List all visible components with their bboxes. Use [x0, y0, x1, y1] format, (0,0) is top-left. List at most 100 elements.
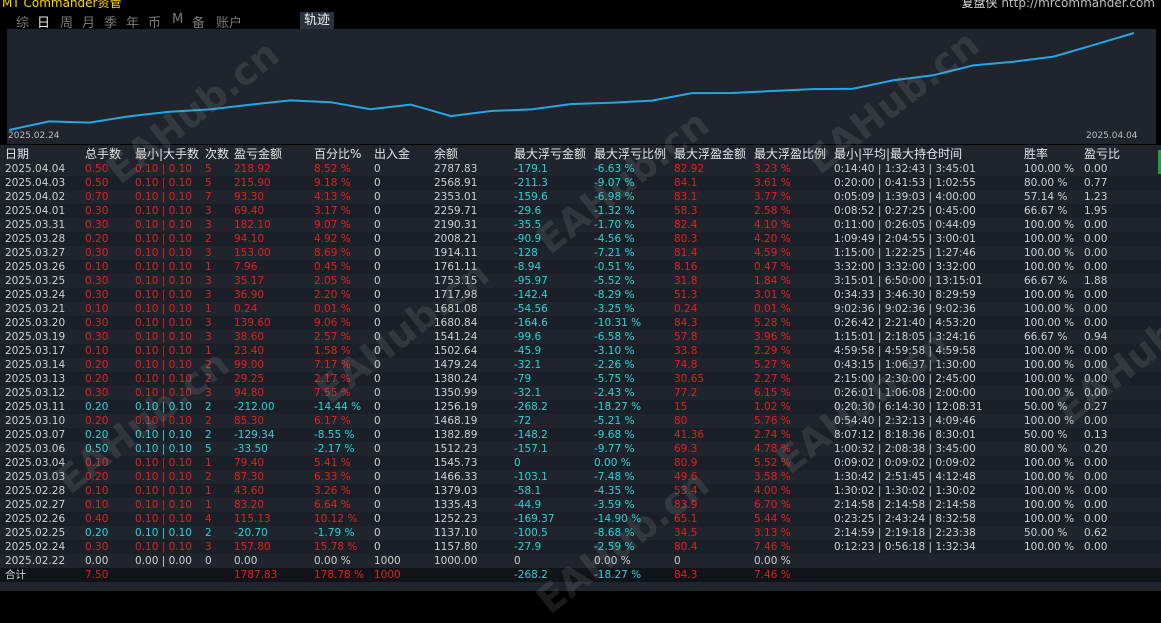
table-row[interactable]: 2025.03.21 0.10 0.10 | 0.10 1 0.24 0.01 % 0 168… [0, 302, 1161, 316]
column-header[interactable]: 胜率 [1019, 145, 1079, 162]
table-cell: 0 [369, 428, 429, 442]
tab-magic[interactable]: M [172, 12, 183, 27]
table-row[interactable]: 2025.03.28 0.20 0.10 | 0.10 2 94.10 4.92 % 0 20… [0, 232, 1161, 246]
table-cell: 0.00 [1079, 246, 1161, 260]
total-cell: 1787.83 [229, 568, 309, 582]
table-row[interactable]: 2025.03.24 0.30 0.10 | 0.10 3 36.90 2.20 % 0 17… [0, 288, 1161, 302]
table-cell: 1:15:00 | 1:22:25 | 1:27:46 [829, 246, 1019, 260]
table-cell: 0 [369, 316, 429, 330]
table-cell: -3.10 % [589, 344, 669, 358]
table-cell: -45.9 [509, 344, 589, 358]
table-cell: -164.6 [509, 316, 589, 330]
table-row[interactable]: 2025.04.01 0.30 0.10 | 0.10 3 69.40 3.17 % 0 22… [0, 204, 1161, 218]
table-cell: 2:14:58 | 2:14:58 | 2:14:58 [829, 498, 1019, 512]
table-cell: 80.00 % [1019, 442, 1079, 456]
column-header[interactable]: 总手数 [80, 145, 130, 162]
credit-link[interactable]: http://mrcommander.com [1001, 0, 1155, 10]
table-cell: 0 [369, 218, 429, 232]
table-cell: -268.2 [509, 400, 589, 414]
column-header[interactable]: 盈亏金额 [229, 145, 309, 162]
table-row[interactable]: 2025.03.20 0.30 0.10 | 0.10 3 139.60 9.06 % 0 1… [0, 316, 1161, 330]
table-cell: 1 [200, 344, 229, 358]
column-header[interactable]: 百分比% [309, 145, 369, 162]
table-cell [829, 554, 1019, 568]
x-axis-start-label: 2025.02.24 [8, 131, 60, 141]
table-cell: 2 [200, 414, 229, 428]
table-cell: 0.62 [1079, 526, 1161, 540]
table-row[interactable]: 2025.02.26 0.40 0.10 | 0.10 4 115.13 10.12 % 0… [0, 512, 1161, 526]
table-row[interactable]: 2025.03.04 0.10 0.10 | 0.10 1 79.40 5.41 % 0 15… [0, 456, 1161, 470]
column-header[interactable]: 最大浮亏比例 [589, 145, 669, 162]
table-cell: 1466.33 [429, 470, 509, 484]
table-row[interactable]: 2025.03.06 0.50 0.10 | 0.10 5 -33.50 -2.17 % 0… [0, 442, 1161, 456]
table-cell: -58.1 [509, 484, 589, 498]
column-header[interactable]: 最大浮盈比例 [749, 145, 829, 162]
table-cell: 2025.03.31 [0, 218, 80, 232]
table-row[interactable]: 2025.02.25 0.20 0.10 | 0.10 2 -20.70 -1.79 % 0… [0, 526, 1161, 540]
table-cell: 0.20 [80, 400, 130, 414]
table-cell: 0.30 [80, 218, 130, 232]
table-row[interactable]: 2025.03.27 0.30 0.10 | 0.10 3 153.00 8.69 % 0 1… [0, 246, 1161, 260]
column-header[interactable]: 最小|平均|最大持仓时间 [829, 145, 1019, 162]
table-cell: 0:43:15 | 1:06:37 | 1:30:00 [829, 358, 1019, 372]
table-cell: -27.9 [509, 540, 589, 554]
table-cell: 3.77 % [749, 190, 829, 204]
table-cell: 100.00 % [1019, 246, 1079, 260]
table-cell: 1.58 % [309, 344, 369, 358]
table-cell: 84.1 [669, 176, 749, 190]
column-header[interactable]: 日期 [0, 145, 80, 162]
table-row[interactable]: 2025.03.03 0.20 0.10 | 0.10 2 87.30 6.33 % 0 14… [0, 470, 1161, 484]
table-cell: 0 [369, 232, 429, 246]
table-row[interactable]: 2025.03.11 0.20 0.10 | 0.10 2 -212.00 -14.44 … [0, 400, 1161, 414]
table-cell: 6.33 % [309, 470, 369, 484]
table-cell: 50.00 % [1019, 526, 1079, 540]
table-cell: 0:20:30 | 6:14:30 | 12:08:31 [829, 400, 1019, 414]
table-cell: 66.67 % [1019, 330, 1079, 344]
table-cell: 0.10 | 0.10 [130, 456, 200, 470]
table-row[interactable]: 2025.04.04 0.50 0.10 | 0.10 5 218.92 8.52 % 0 2… [0, 162, 1161, 176]
column-header[interactable]: 余额 [429, 145, 509, 162]
table-row[interactable]: 2025.03.17 0.10 0.10 | 0.10 1 23.40 1.58 % 0 15… [0, 344, 1161, 358]
table-cell: 0 [369, 526, 429, 540]
table-row[interactable]: 2025.03.25 0.30 0.10 | 0.10 3 35.17 2.05 % 0 17… [0, 274, 1161, 288]
table-row[interactable]: 2025.02.24 0.30 0.10 | 0.10 3 157.80 15.78 % 0… [0, 540, 1161, 554]
column-header[interactable]: 最大浮盈金额 [669, 145, 749, 162]
table-cell: -5.21 % [589, 414, 669, 428]
table-row[interactable]: 2025.02.27 0.10 0.10 | 0.10 1 83.20 6.64 % 0 13… [0, 498, 1161, 512]
table-row[interactable]: 2025.03.19 0.30 0.10 | 0.10 3 38.60 2.57 % 0 15… [0, 330, 1161, 344]
table-cell: 15 [669, 400, 749, 414]
column-header[interactable]: 出入金 [369, 145, 429, 162]
table-cell: 0:34:33 | 3:46:30 | 8:29:59 [829, 288, 1019, 302]
table-row[interactable]: 2025.03.10 0.20 0.10 | 0.10 2 85.30 6.17 % 0 14… [0, 414, 1161, 428]
table-row[interactable]: 2025.03.12 0.30 0.10 | 0.10 3 94.80 7.55 % 0 13… [0, 386, 1161, 400]
table-cell: 0.10 [80, 456, 130, 470]
table-cell: 1.95 [1079, 204, 1161, 218]
column-header[interactable]: 最小|大手数 [130, 145, 200, 162]
table-cell: 3 [200, 540, 229, 554]
table-row[interactable]: 2025.02.28 0.10 0.10 | 0.10 1 43.60 3.26 % 0 13… [0, 484, 1161, 498]
table-row[interactable]: 2025.02.22 0.00 0.00 | 0.00 0 0.00 0.00 % 1000… [0, 554, 1161, 568]
column-header[interactable]: 次数 [200, 145, 229, 162]
table-cell: 0.30 [80, 274, 130, 288]
table-row[interactable]: 2025.03.31 0.30 0.10 | 0.10 3 182.10 9.07 % 0 2… [0, 218, 1161, 232]
table-row[interactable]: 2025.04.02 0.70 0.10 | 0.10 7 93.30 4.13 % 0 23… [0, 190, 1161, 204]
table-row[interactable]: 2025.03.14 0.20 0.10 | 0.10 2 99.00 7.17 % 0 14… [0, 358, 1161, 372]
table-row[interactable]: 2025.03.13 0.20 0.10 | 0.10 2 29.25 2.17 % 0 13… [0, 372, 1161, 386]
table-cell: 1681.08 [429, 302, 509, 316]
track-view-button[interactable]: 轨迹 [300, 12, 335, 29]
table-cell: 53.4 [669, 484, 749, 498]
table-cell: 0.45 % [309, 260, 369, 274]
table-cell: 0 [369, 470, 429, 484]
table-cell: 80.9 [669, 456, 749, 470]
table-cell: 4.92 % [309, 232, 369, 246]
table-cell: 1 [200, 484, 229, 498]
table-row[interactable]: 2025.04.03 0.50 0.10 | 0.10 5 215.90 9.18 % 0 2… [0, 176, 1161, 190]
table-row[interactable]: 2025.03.26 0.10 0.10 | 0.10 1 7.96 0.45 % 0 176… [0, 260, 1161, 274]
column-header[interactable]: 盈亏比 [1079, 145, 1161, 162]
column-header[interactable]: 最大浮亏金额 [509, 145, 589, 162]
table-cell: 3 [200, 288, 229, 302]
table-cell: 3 [200, 204, 229, 218]
table-cell: 94.80 [229, 386, 309, 400]
table-row[interactable]: 2025.03.07 0.20 0.10 | 0.10 2 -129.34 -8.55 %… [0, 428, 1161, 442]
table-cell: 2.57 % [309, 330, 369, 344]
